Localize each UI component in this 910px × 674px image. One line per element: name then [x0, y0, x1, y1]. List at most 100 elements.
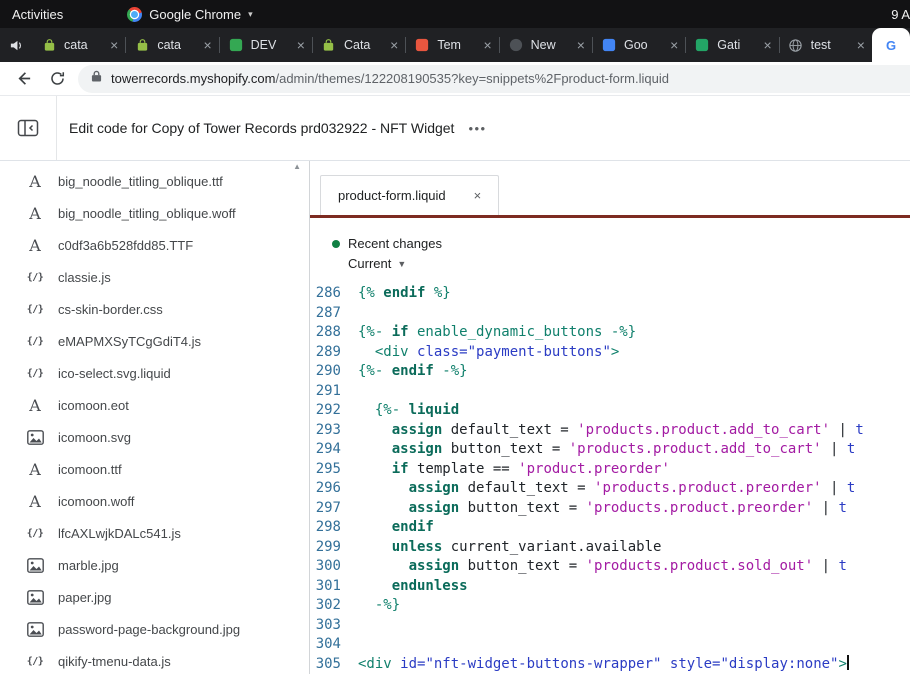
- code-line[interactable]: 295 if template == 'product.preorder': [310, 460, 910, 480]
- scrollbar-up-arrow[interactable]: ▲: [293, 162, 301, 171]
- text-cursor: [847, 655, 849, 670]
- image-file-icon: [25, 558, 45, 573]
- code-line[interactable]: 296 assign default_text = 'products.prod…: [310, 479, 910, 499]
- activities-button[interactable]: Activities: [0, 7, 75, 22]
- more-options-button[interactable]: •••: [468, 121, 486, 136]
- code-text: <div id="nft-widget-buttons-wrapper" sty…: [350, 655, 849, 674]
- code-line[interactable]: 286{% endif %}: [310, 284, 910, 304]
- tab-close-icon[interactable]: ×: [297, 38, 305, 52]
- font-file-icon: A: [25, 460, 45, 479]
- code-text: assign default_text = 'products.product.…: [350, 479, 855, 499]
- line-number: 288: [310, 323, 350, 343]
- tab-close-icon[interactable]: ×: [203, 38, 211, 52]
- file-name: big_noodle_titling_oblique.woff: [58, 206, 236, 221]
- app-menu[interactable]: Google Chrome ▾: [127, 7, 252, 22]
- file-item[interactable]: marble.jpg: [0, 549, 309, 581]
- code-text: endunless: [350, 577, 468, 597]
- code-line[interactable]: 293 assign default_text = 'products.prod…: [310, 421, 910, 441]
- browser-tab[interactable]: cata ×: [125, 28, 218, 62]
- font-file-icon: A: [25, 204, 45, 223]
- back-button[interactable]: [10, 66, 36, 92]
- tab-close-icon[interactable]: ×: [857, 38, 865, 52]
- browser-tab[interactable]: DEV×: [219, 28, 312, 62]
- code-line[interactable]: 297 assign button_text = 'products.produ…: [310, 499, 910, 519]
- chrome-logo-icon: [127, 7, 142, 22]
- code-line[interactable]: 302 -%}: [310, 596, 910, 616]
- code-line[interactable]: 288{%- if enable_dynamic_buttons -%}: [310, 323, 910, 343]
- code-file-icon: {/}: [25, 368, 45, 379]
- file-name: password-page-background.jpg: [58, 622, 240, 637]
- code-line[interactable]: 303: [310, 616, 910, 636]
- tab-title: cata: [157, 38, 196, 52]
- version-selector[interactable]: Current ▼: [348, 256, 910, 271]
- code-text: {% endif %}: [350, 284, 451, 304]
- file-item[interactable]: {/} qikify-tmenu-data.js: [0, 645, 309, 674]
- browser-tab[interactable]: test×: [779, 28, 872, 62]
- code-file-icon: {/}: [25, 336, 45, 347]
- image-file-icon: [25, 590, 45, 605]
- file-item[interactable]: password-page-background.jpg: [0, 613, 309, 645]
- file-name: lfcAXLwjkDALc541.js: [58, 526, 181, 541]
- code-line[interactable]: 299 unless current_variant.available: [310, 538, 910, 558]
- refresh-button[interactable]: [44, 66, 70, 92]
- file-name: c0df3a6b528fdd85.TTF: [58, 238, 193, 253]
- file-item[interactable]: Ac0df3a6b528fdd85.TTF: [0, 229, 309, 261]
- recent-changes-dot: [332, 240, 340, 248]
- file-item[interactable]: {/}classie.js: [0, 261, 309, 293]
- editor-tab[interactable]: product-form.liquid ×: [320, 175, 499, 215]
- browser-tab-strip: cata×cata×DEV×Cata×Tem×New×Goo×Gati×test…: [0, 28, 910, 62]
- code-line[interactable]: 300 assign button_text = 'products.produ…: [310, 557, 910, 577]
- tab-close-icon[interactable]: ×: [763, 38, 771, 52]
- browser-tab[interactable]: Goo ×: [592, 28, 685, 62]
- system-top-bar: Activities Google Chrome ▾ 9 A: [0, 0, 910, 28]
- browser-tab[interactable]: Gati×: [685, 28, 778, 62]
- file-item[interactable]: {/}lfcAXLwjkDALc541.js: [0, 517, 309, 549]
- file-item[interactable]: paper.jpg: [0, 581, 309, 613]
- line-number: 294: [310, 440, 350, 460]
- file-item[interactable]: icomoon.svg: [0, 421, 309, 453]
- file-item[interactable]: {/}ico-select.svg.liquid: [0, 357, 309, 389]
- file-item[interactable]: Aicomoon.woff: [0, 485, 309, 517]
- font-file-icon: A: [25, 492, 45, 511]
- square-favicon-icon: [601, 37, 617, 53]
- recent-changes-label: Recent changes: [348, 236, 442, 251]
- code-editor[interactable]: 286{% endif %}287288{%- if enable_dynami…: [310, 282, 910, 674]
- file-item[interactable]: {/}eMAPMXSyTCgGdiT4.js: [0, 325, 309, 357]
- code-line[interactable]: 292 {%- liquid: [310, 401, 910, 421]
- file-item[interactable]: Abig_noodle_titling_oblique.ttf: [0, 165, 309, 197]
- file-item[interactable]: Aicomoon.ttf: [0, 453, 309, 485]
- code-line[interactable]: 298 endif: [310, 518, 910, 538]
- google-favicon-icon: G: [886, 38, 896, 53]
- code-line[interactable]: 291: [310, 382, 910, 402]
- code-file-icon: {/}: [25, 656, 45, 667]
- file-item[interactable]: Aicomoon.eot: [0, 389, 309, 421]
- file-name: qikify-tmenu-data.js: [58, 654, 171, 669]
- tab-close-icon[interactable]: ×: [577, 38, 585, 52]
- tab-title: Goo: [624, 38, 663, 52]
- collapse-sidebar-button[interactable]: [0, 96, 57, 160]
- browser-tab[interactable]: New×: [499, 28, 592, 62]
- code-line[interactable]: 305<div id="nft-widget-buttons-wrapper" …: [310, 655, 910, 674]
- lock-icon[interactable]: [91, 69, 102, 88]
- chevron-down-icon: ▼: [397, 259, 406, 269]
- browser-tab[interactable]: cata×: [32, 28, 125, 62]
- browser-tab-active[interactable]: G: [872, 28, 910, 62]
- code-line[interactable]: 290{%- endif -%}: [310, 362, 910, 382]
- code-line[interactable]: 294 assign button_text = 'products.produ…: [310, 440, 910, 460]
- file-item[interactable]: {/}cs-skin-border.css: [0, 293, 309, 325]
- tab-close-icon[interactable]: ×: [670, 38, 678, 52]
- code-line[interactable]: 301 endunless: [310, 577, 910, 597]
- line-number: 291: [310, 382, 350, 402]
- tab-close-icon[interactable]: ×: [483, 38, 491, 52]
- code-line[interactable]: 287: [310, 304, 910, 324]
- browser-tab[interactable]: Tem×: [405, 28, 498, 62]
- close-icon[interactable]: ×: [474, 188, 482, 203]
- file-item[interactable]: Abig_noodle_titling_oblique.woff: [0, 197, 309, 229]
- tab-close-icon[interactable]: ×: [110, 38, 118, 52]
- tab-close-icon[interactable]: ×: [390, 38, 398, 52]
- browser-tab[interactable]: Cata×: [312, 28, 405, 62]
- square-favicon-icon: [414, 37, 430, 53]
- code-line[interactable]: 289 <div class="payment-buttons">: [310, 343, 910, 363]
- code-line[interactable]: 304: [310, 635, 910, 655]
- address-bar[interactable]: towerrecords.myshopify.com/admin/themes/…: [78, 65, 910, 93]
